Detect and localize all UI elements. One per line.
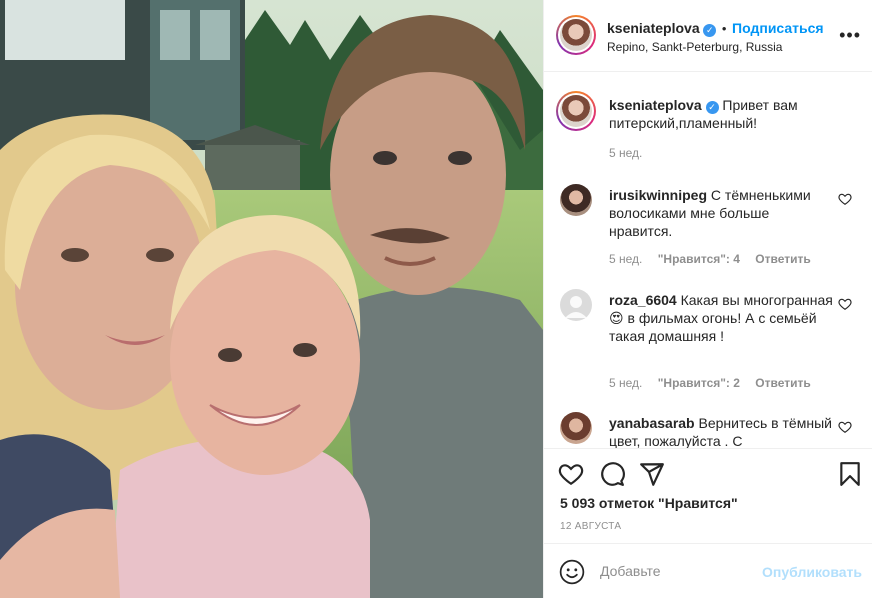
comment-body: в фильмах огонь! А с семьёй такая домашн… xyxy=(609,310,817,344)
dot-separator: • xyxy=(721,21,727,36)
comment-likes[interactable]: "Нравится": 4 xyxy=(658,252,740,266)
author-line: kseniateplova ✓ • Подписаться xyxy=(607,20,824,37)
comment-meta: 5 нед. "Нравится": 2 Ответить xyxy=(609,376,823,390)
family-selfie-image xyxy=(0,0,543,598)
caption-text: kseniateplova ✓ Привет вам питерский,пла… xyxy=(609,96,834,132)
bookmark-icon[interactable] xyxy=(837,461,863,487)
caption-avatar[interactable] xyxy=(556,91,596,131)
comment-avatar[interactable] xyxy=(560,412,592,444)
comment-avatar[interactable] xyxy=(560,289,592,321)
comment-time[interactable]: 5 нед. xyxy=(609,376,642,390)
caption-meta: 5 нед. xyxy=(609,146,654,160)
author-username[interactable]: kseniateplova xyxy=(607,20,700,36)
comment-body: Какая вы многогранная xyxy=(680,292,833,308)
comment-author[interactable]: irusikwinnipeg xyxy=(609,187,707,203)
follow-button[interactable]: Подписаться xyxy=(732,20,824,36)
comment-avatar[interactable] xyxy=(560,184,592,216)
post-location[interactable]: Repino, Sankt-Peterburg, Russia xyxy=(607,40,782,54)
heart-icon[interactable] xyxy=(838,192,852,206)
heart-icon[interactable] xyxy=(558,461,584,487)
reply-button[interactable]: Ответить xyxy=(755,252,810,266)
comment-text: roza_6604 Какая вы многогранная 😍 в фильм… xyxy=(609,291,834,345)
heart-eyes-emoji: 😍 xyxy=(609,310,624,326)
comment-icon[interactable] xyxy=(599,461,625,487)
verified-badge-icon: ✓ xyxy=(705,101,719,114)
comment-author[interactable]: yanabasarab xyxy=(609,415,695,431)
heart-icon[interactable] xyxy=(838,297,852,311)
post-header: kseniateplova ✓ • Подписаться Repino, Sa… xyxy=(544,0,872,72)
post-sidebar: kseniateplova ✓ • Подписаться Repino, Sa… xyxy=(543,0,872,598)
verified-badge-icon: ✓ xyxy=(703,24,717,37)
reply-button[interactable]: Ответить xyxy=(755,376,810,390)
caption-author[interactable]: kseniateplova xyxy=(609,97,702,113)
likes-count[interactable]: 5 093 отметок "Нравится" xyxy=(560,495,738,511)
heart-icon[interactable] xyxy=(838,420,852,434)
comment-time[interactable]: 5 нед. xyxy=(609,252,642,266)
post-date[interactable]: 12 АВГУСТА xyxy=(560,521,621,532)
caption-time[interactable]: 5 нед. xyxy=(609,146,642,160)
comment-text: yanabasarab Вернитесь в тёмный цвет, пож… xyxy=(609,414,834,448)
publish-button[interactable]: Опубликовать xyxy=(762,564,862,580)
author-avatar[interactable] xyxy=(556,15,596,55)
share-icon[interactable] xyxy=(639,461,665,487)
default-avatar-icon xyxy=(565,296,587,318)
emoji-icon[interactable] xyxy=(559,559,585,585)
comments-list[interactable]: kseniateplova ✓ Привет вам питерский,пла… xyxy=(544,72,872,448)
comment-likes[interactable]: "Нравится": 2 xyxy=(658,376,740,390)
more-icon[interactable]: ••• xyxy=(839,26,861,44)
comment-text: irusikwinnipeg С тёмненькими волосиками … xyxy=(609,186,834,240)
comment-composer: Опубликовать xyxy=(544,544,872,598)
comment-meta: 5 нед. "Нравится": 4 Ответить xyxy=(609,252,823,266)
action-bar: 5 093 отметок "Нравится" 12 АВГУСТА xyxy=(544,448,872,544)
post-photo[interactable] xyxy=(0,0,543,598)
comment-author[interactable]: roza_6604 xyxy=(609,292,677,308)
